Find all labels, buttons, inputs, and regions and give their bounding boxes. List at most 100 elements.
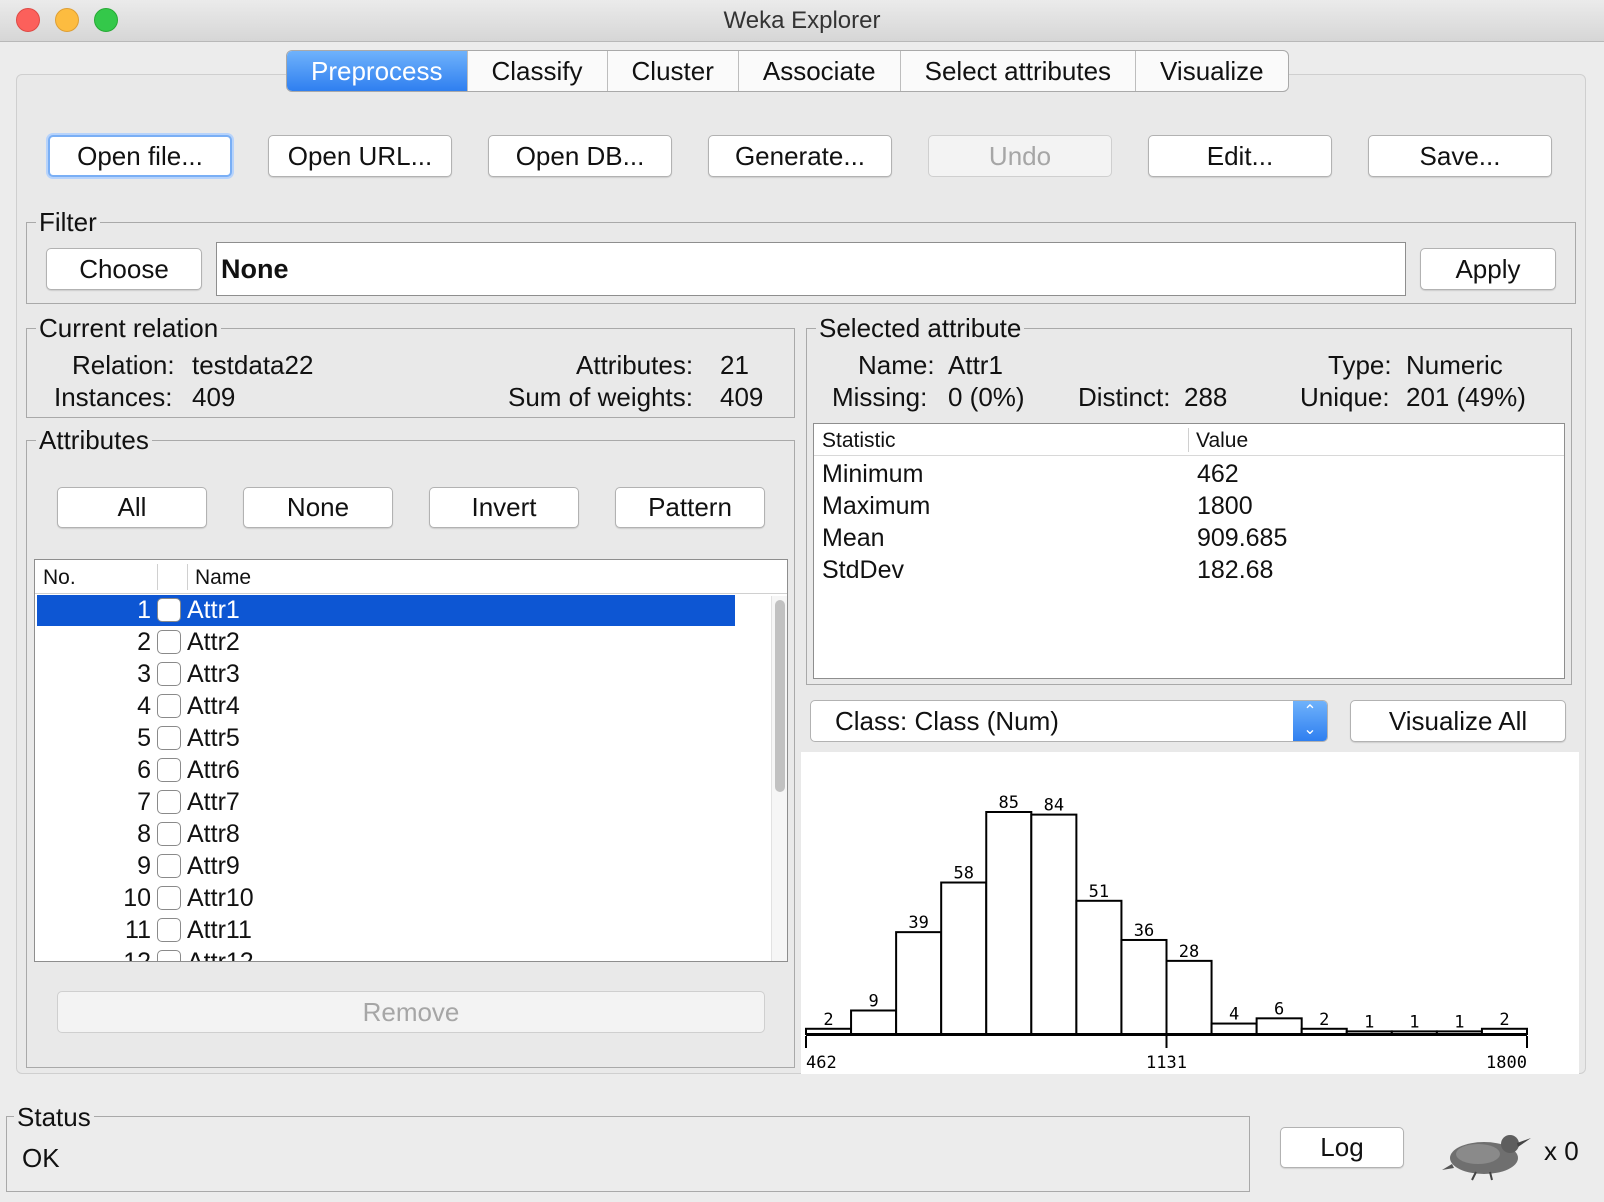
row-number: 3	[137, 660, 151, 688]
row-checkbox[interactable]	[157, 726, 181, 750]
statistic-name: Mean	[822, 524, 885, 552]
column-divider	[157, 564, 158, 590]
histogram-bar	[1120, 938, 1168, 1035]
visualize-all-button[interactable]: Visualize All	[1350, 700, 1566, 742]
table-row[interactable]: 6 Attr6	[37, 755, 735, 786]
status-legend: Status	[14, 1104, 94, 1130]
undo-button[interactable]: Undo	[928, 135, 1112, 177]
generate-button[interactable]: Generate...	[708, 135, 892, 177]
filter-legend: Filter	[36, 209, 100, 235]
column-divider	[187, 564, 188, 590]
bar-count-label: 84	[1044, 796, 1064, 816]
table-row[interactable]: 12 Attr12	[37, 947, 735, 962]
tab-cluster[interactable]: Cluster	[608, 51, 739, 91]
table-row[interactable]: 7 Attr7	[37, 787, 735, 818]
status-text: OK	[22, 1143, 60, 1173]
missing-value: 0 (0%)	[948, 382, 1025, 412]
open-url-button[interactable]: Open URL...	[268, 135, 452, 177]
current-relation-legend: Current relation	[36, 315, 222, 341]
selected-attribute-legend: Selected attribute	[816, 315, 1025, 341]
bar-count-label: 2	[1499, 1010, 1509, 1030]
row-number: 1	[137, 596, 151, 624]
row-number: 11	[125, 916, 151, 944]
statistic-value: 182.68	[1197, 556, 1274, 584]
type-label: Type:	[1328, 350, 1392, 380]
chevron-updown-icon[interactable]: ⌃ ⌄	[1293, 701, 1327, 741]
distinct-value: 288	[1184, 382, 1228, 412]
row-checkbox[interactable]	[157, 694, 181, 718]
save-button[interactable]: Save...	[1368, 135, 1552, 177]
tab-visualize[interactable]: Visualize	[1136, 51, 1288, 91]
bar-count-label: 2	[823, 1010, 833, 1030]
bar-count-label: 1	[1409, 1012, 1419, 1032]
task-count: x 0	[1544, 1136, 1579, 1166]
class-selector[interactable]: Class: Class (Num) ⌃ ⌄	[810, 700, 1328, 742]
histogram-chart: 29395885 845136284 62 1 1 1 2462 1131 1800	[805, 793, 1528, 1073]
column-header-value[interactable]: Value	[1196, 429, 1248, 453]
table-row[interactable]: 9 Attr9	[37, 851, 735, 882]
row-checkbox[interactable]	[157, 950, 181, 961]
column-header-name[interactable]: Name	[195, 566, 251, 590]
filter-field[interactable]: None	[216, 242, 1406, 296]
bar-count-label: 9	[868, 991, 878, 1011]
row-checkbox[interactable]	[157, 630, 181, 654]
histogram-bar	[1075, 899, 1123, 1035]
table-row[interactable]: 8 Attr8	[37, 819, 735, 850]
table-row[interactable]: 11 Attr11	[37, 915, 735, 946]
row-checkbox[interactable]	[157, 598, 181, 622]
histogram-bar	[1255, 1017, 1303, 1035]
row-checkbox[interactable]	[157, 790, 181, 814]
pattern-select-button[interactable]: Pattern	[615, 487, 765, 528]
attributes-table: No. Name 1 Attr1 2 Attr2 3 Attr3 4 Attr4 5 At…	[34, 559, 788, 962]
instances-value: 409	[192, 382, 236, 412]
statistic-name: Minimum	[822, 460, 924, 488]
bar-count-label: 4	[1229, 1005, 1239, 1025]
attributes-count-label: Attributes:	[576, 350, 694, 380]
row-name: Attr12	[187, 948, 254, 962]
attributes-scrollbar[interactable]	[771, 596, 787, 961]
scrollbar-thumb[interactable]	[775, 600, 785, 792]
remove-button[interactable]: Remove	[57, 991, 765, 1033]
row-name: Attr2	[187, 628, 240, 656]
row-name: Attr7	[187, 788, 240, 816]
table-row[interactable]: 10 Attr10	[37, 883, 735, 914]
table-row[interactable]: 4 Attr4	[37, 691, 735, 722]
select-none-button[interactable]: None	[243, 487, 393, 528]
row-number: 4	[137, 692, 151, 720]
histogram-bar	[1165, 959, 1213, 1035]
column-header-statistic[interactable]: Statistic	[822, 429, 896, 453]
row-checkbox[interactable]	[157, 662, 181, 686]
tab-classify[interactable]: Classify	[468, 51, 608, 91]
tab-select-attributes[interactable]: Select attributes	[901, 51, 1137, 91]
select-all-button[interactable]: All	[57, 487, 207, 528]
table-row[interactable]: 3 Attr3	[37, 659, 735, 690]
table-row[interactable]: 2 Attr2	[37, 627, 735, 658]
row-checkbox[interactable]	[157, 758, 181, 782]
tab-associate[interactable]: Associate	[739, 51, 901, 91]
invert-selection-button[interactable]: Invert	[429, 487, 579, 528]
row-checkbox[interactable]	[157, 886, 181, 910]
row-checkbox[interactable]	[157, 854, 181, 878]
column-header-no[interactable]: No.	[43, 566, 76, 590]
choose-filter-button[interactable]: Choose	[46, 248, 202, 290]
statistic-name: Maximum	[822, 492, 931, 520]
row-number: 7	[137, 788, 151, 816]
histogram-bar	[1210, 1022, 1258, 1036]
table-row[interactable]: 5 Attr5	[37, 723, 735, 754]
open-file-button[interactable]: Open file...	[48, 135, 232, 177]
table-row[interactable]: 1 Attr1	[37, 595, 735, 626]
log-button[interactable]: Log	[1280, 1127, 1404, 1168]
open-db-button[interactable]: Open DB...	[488, 135, 672, 177]
bar-count-label: 1	[1364, 1012, 1374, 1032]
statistic-value: 1800	[1197, 492, 1253, 520]
row-checkbox[interactable]	[157, 822, 181, 846]
tab-preprocess[interactable]: Preprocess	[287, 51, 468, 91]
row-number: 5	[137, 724, 151, 752]
edit-button[interactable]: Edit...	[1148, 135, 1332, 177]
histogram-bar	[940, 881, 988, 1035]
row-name: Attr8	[187, 820, 240, 848]
weka-bird-icon[interactable]	[1438, 1124, 1532, 1182]
apply-filter-button[interactable]: Apply	[1420, 248, 1556, 290]
row-checkbox[interactable]	[157, 918, 181, 942]
unique-value: 201 (49%)	[1406, 382, 1526, 412]
